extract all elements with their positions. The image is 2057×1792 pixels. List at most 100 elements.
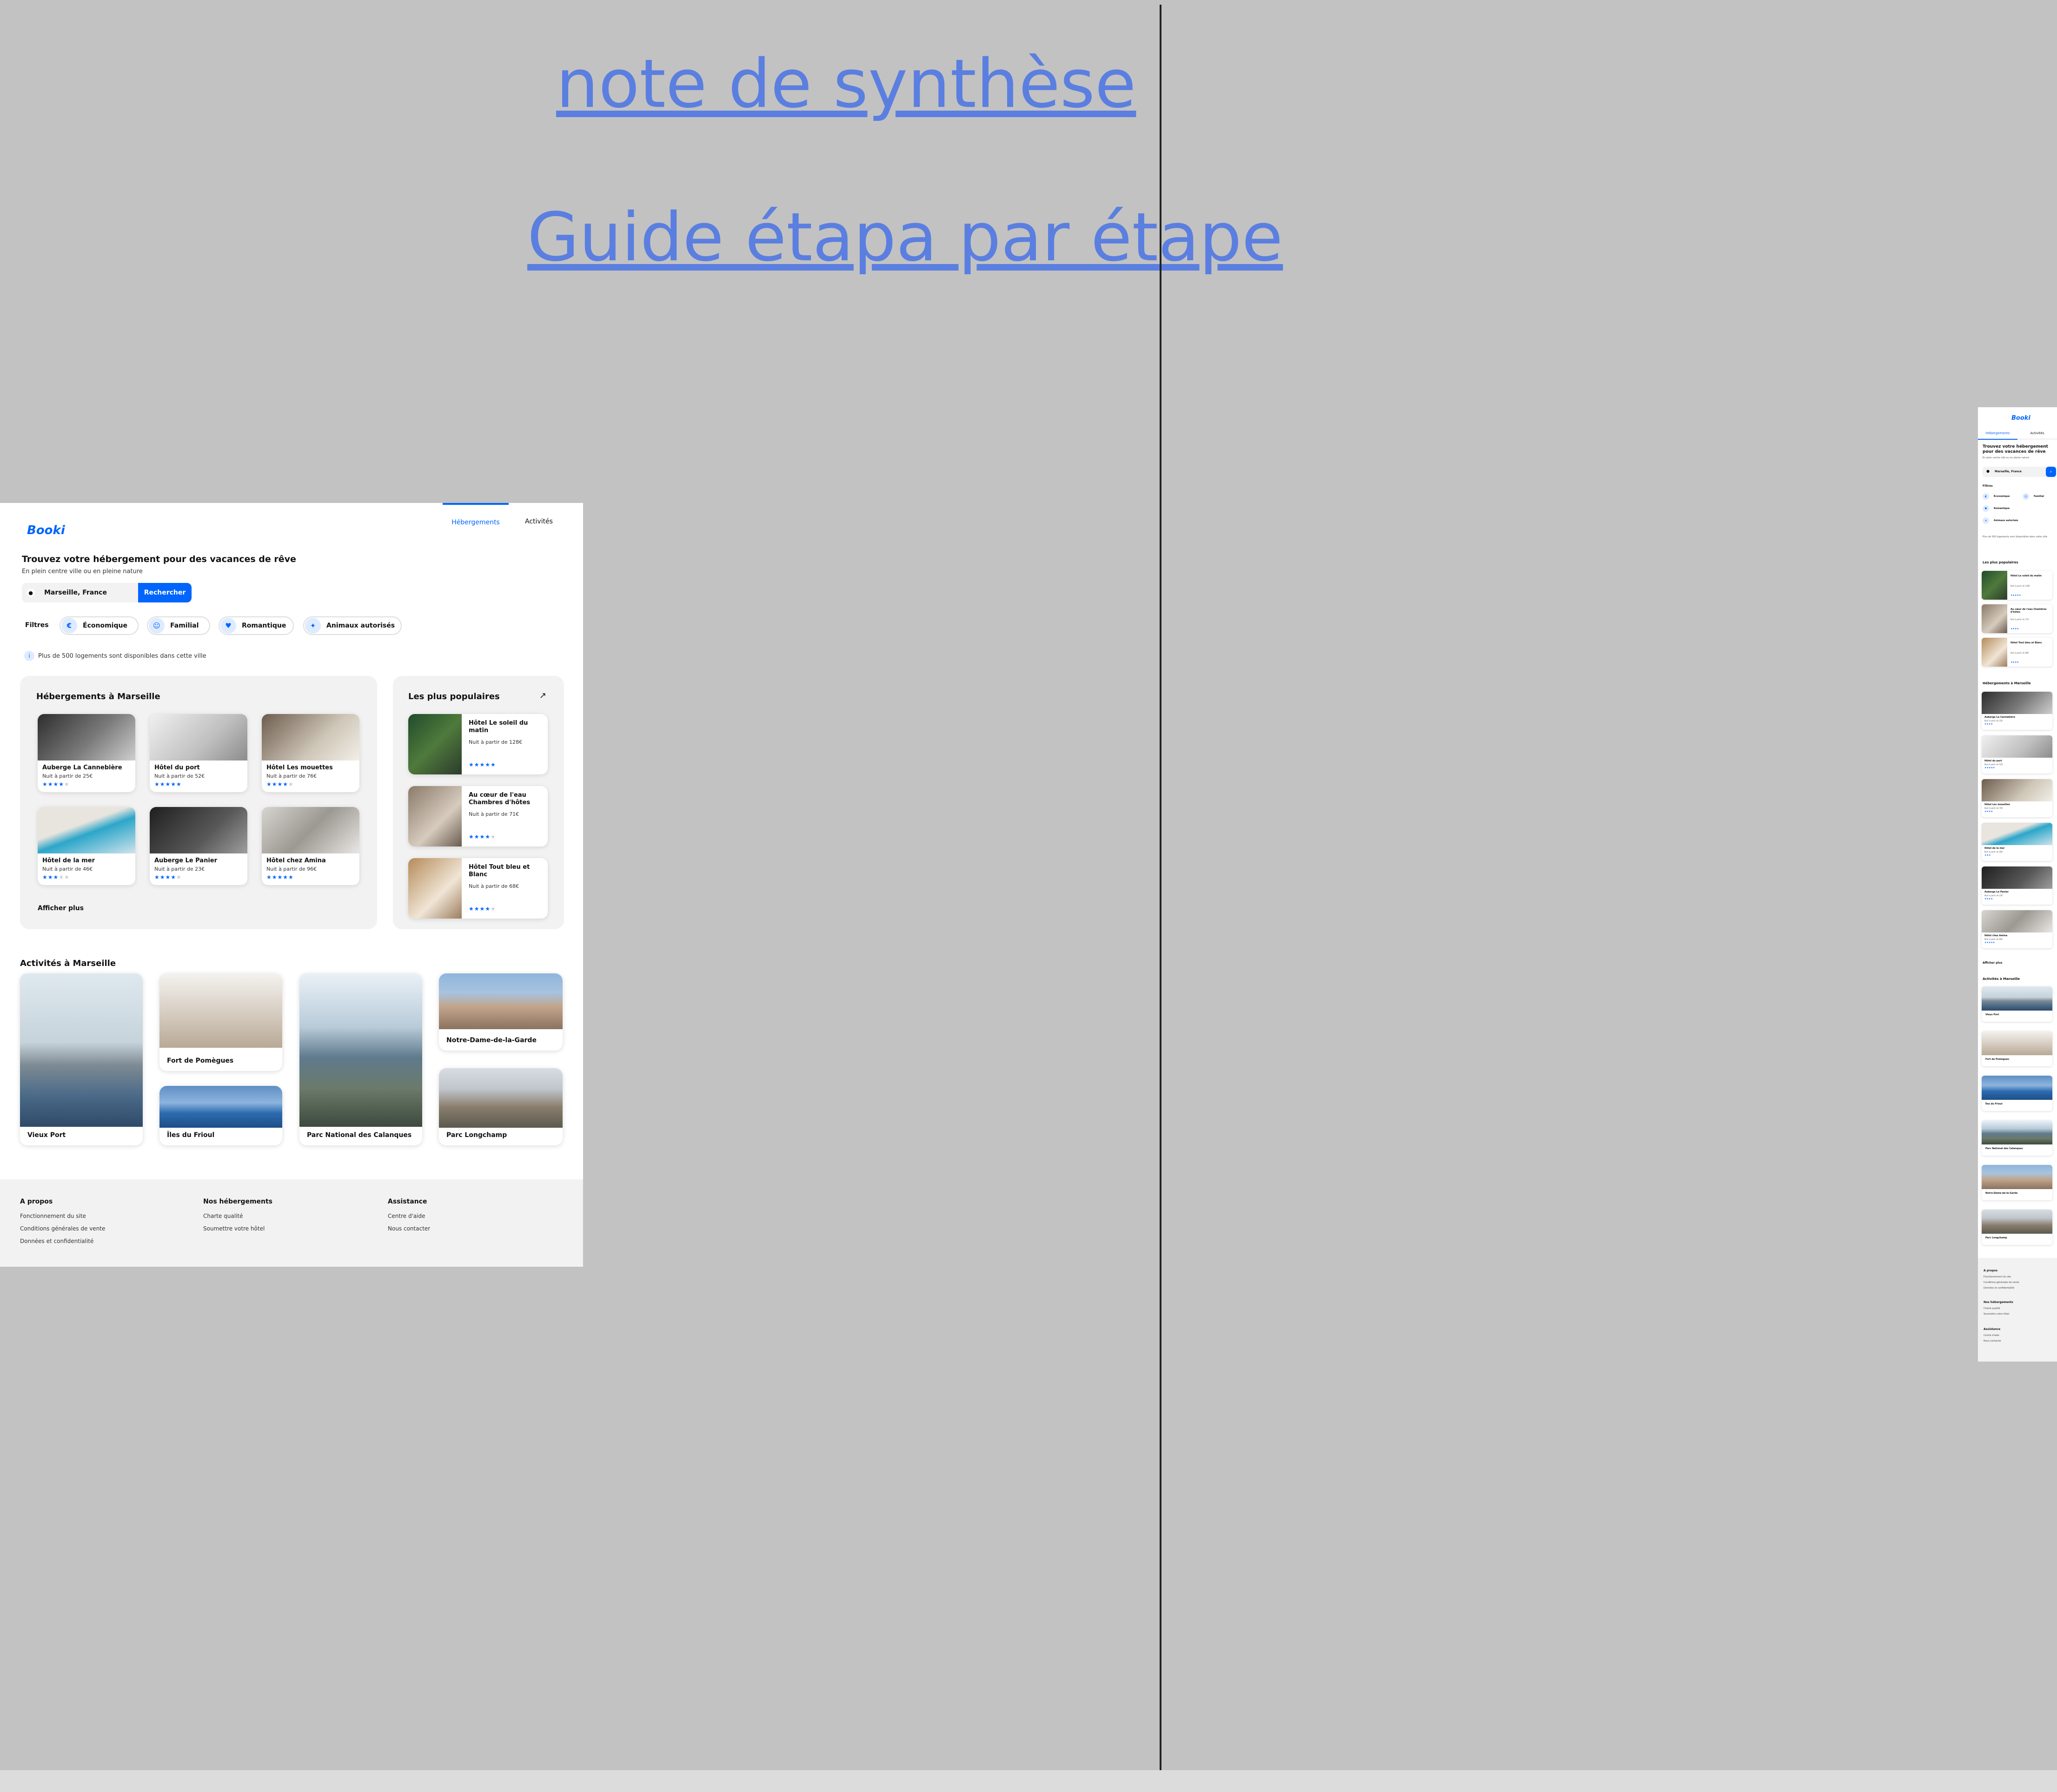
popular-name: Hôtel Le soleil du matin [2011, 575, 2042, 577]
filter-economique[interactable]: € Économique [60, 616, 139, 635]
popular-name: Hôtel Le soleil du matin [469, 720, 528, 734]
activity-card[interactable]: Parc Longchamp [439, 1068, 563, 1145]
child-icon: ☺ [149, 618, 165, 634]
filter-animaux[interactable]: ✦ Animaux autorisés [303, 616, 402, 635]
lodging-card[interactable]: Hôtel de la mer Nuit à partir de 46€ ★★★ [1982, 823, 2052, 861]
show-more-link[interactable]: Afficher plus [1983, 961, 2002, 965]
lodging-card[interactable]: Auberge La Cannebière Nuit à partir de 25… [1982, 692, 2052, 730]
footer-link[interactable]: Données et confidentialité [20, 1238, 105, 1244]
footer-col-lodging: Nos hébergements Charte qualité Soumettr… [203, 1198, 272, 1238]
activity-card[interactable]: Notre-Dame-de-la-Garde [439, 973, 563, 1051]
lodging-card[interactable]: Auberge Le Panier Nuit à partir de 23€ ★★★… [1982, 866, 2052, 905]
search-input[interactable]: ● Marseille, France [1983, 467, 2048, 477]
activity-card[interactable]: Îles du Frioul [1982, 1076, 2052, 1111]
tab-activities[interactable]: Activités [509, 503, 569, 540]
filter-economique[interactable]: € Économique [1983, 493, 2010, 500]
logo[interactable]: Booki [27, 523, 65, 537]
popular-card[interactable]: Au cœur de l'eau Chambres d'hôtes Nuit à… [408, 786, 548, 846]
filter-label: Économique [83, 622, 127, 629]
lodging-card[interactable]: Hôtel Les mouettes Nuit à partir de 76€ ★★… [1982, 779, 2052, 817]
rating-stars: ★★★★ [2011, 661, 2019, 664]
filter-familial[interactable]: ☺ Familial [147, 616, 210, 635]
popular-name: Au cœur de l'eau Chambres d'hôtes [469, 792, 531, 806]
footer-link[interactable]: Nous contacter [1984, 1340, 2001, 1342]
lodging-card[interactable]: Hôtel chez Amina Nuit à partir de 96€ ★★… [262, 807, 359, 885]
footer-link[interactable]: Centre d'aide [388, 1213, 430, 1219]
popular-card[interactable]: Hôtel Le soleil du matin Nuit à partir de… [1982, 571, 2052, 600]
footer-link[interactable]: Fonctionnement du site [20, 1213, 105, 1219]
tab-lodging[interactable]: Hébergements [1978, 428, 2017, 440]
activity-card[interactable]: Vieux Port [20, 973, 143, 1145]
popular-title: Les plus populaires [1983, 561, 2018, 564]
filter-familial[interactable]: ☺ Familial [2023, 493, 2044, 500]
footer-link[interactable]: Nous contacter [388, 1225, 430, 1232]
footer-link[interactable]: Charte qualité [203, 1213, 272, 1219]
tab-lodging[interactable]: Hébergements [443, 503, 509, 540]
lodging-card[interactable]: Hôtel Les mouettes Nuit à partir de 76€ … [262, 714, 359, 792]
activity-card[interactable]: Fort de Pomègues [1982, 1031, 2052, 1066]
lodging-price: Nuit à partir de 96€ [266, 866, 317, 872]
footer-heading: A propos [1984, 1269, 1998, 1272]
lodging-card[interactable]: Hôtel de la mer Nuit à partir de 46€ ★★★… [38, 807, 135, 885]
popular-card[interactable]: Au cœur de l'eau Chambres d'hôtes Nuit à … [1982, 604, 2052, 633]
filter-romantique[interactable]: ♥ Romantique [1983, 505, 2010, 512]
activity-card[interactable]: Parc Longchamp [1982, 1210, 2052, 1245]
rating-stars: ★★★★★ [154, 781, 182, 787]
footer-link[interactable]: Conditions générales de vente [1984, 1281, 2019, 1284]
popular-card[interactable]: Hôtel Tout bleu et Blanc Nuit à partir de… [1982, 638, 2052, 667]
footer-link[interactable]: Données et confidentialité [1984, 1287, 2014, 1289]
footer-link[interactable]: Soumettre votre hôtel [203, 1225, 272, 1232]
popular-name: Au cœur de l'eau Chambres d'hôtes [2011, 608, 2047, 614]
tab-activities[interactable]: Activités [2017, 428, 2057, 439]
activity-card[interactable]: Îles du Frioul [159, 1086, 282, 1145]
filter-animaux[interactable]: ✦ Animaux autorisés [1983, 517, 2018, 524]
show-more-link[interactable]: Afficher plus [38, 905, 84, 912]
popular-card[interactable]: Hôtel Tout bleu et Blanc Nuit à partir d… [408, 858, 548, 919]
footer-link[interactable]: Charte qualité [1984, 1307, 2000, 1310]
footer-link[interactable]: Fonctionnement du site [1984, 1276, 2011, 1278]
rating-stars: ★★★★ [1984, 810, 1993, 813]
lodging-card[interactable]: Auberge La Cannebière Nuit à partir de 2… [38, 714, 135, 792]
activity-card[interactable]: Fort de Pomègues [159, 973, 282, 1071]
lodging-card[interactable]: Hôtel du port Nuit à partir de 52€ ★★★★★ [150, 714, 247, 792]
filter-romantique[interactable]: ♥ Romantique [219, 616, 294, 635]
activity-name: Îles du Frioul [1985, 1103, 2003, 1105]
activity-card[interactable]: Vieux Port [1982, 986, 2052, 1022]
popular-card[interactable]: Hôtel Le soleil du matin Nuit à partir d… [408, 714, 548, 774]
search-button[interactable]: Rechercher [138, 583, 192, 602]
guide-link[interactable]: Guide étapa par étape [527, 204, 1283, 271]
lodging-name: Hôtel du port [154, 764, 200, 771]
activity-image [439, 1068, 563, 1128]
page-title: Trouvez votre hébergement pour des vacan… [1983, 444, 2048, 454]
lodging-image [1982, 866, 2052, 889]
lodging-image [1982, 692, 2052, 714]
lodging-card[interactable]: Auberge Le Panier Nuit à partir de 23€ ★… [150, 807, 247, 885]
footer-link[interactable]: Centre d'aide [1984, 1334, 1999, 1337]
page-subtitle: En plein centre ville ou en pleine natur… [1983, 456, 2029, 459]
activity-image [299, 973, 422, 1127]
page-title: Trouvez votre hébergement pour des vacan… [22, 554, 296, 564]
activity-card[interactable]: Notre-Dame-de-la-Garde [1982, 1165, 2052, 1200]
lodging-price: Nuit à partir de 23€ [1984, 894, 2003, 897]
logo[interactable]: Booki [2011, 415, 2030, 422]
footer-link[interactable]: Soumettre votre hôtel [1984, 1313, 2009, 1316]
activity-image [1982, 1210, 2052, 1234]
footer-link[interactable]: Conditions générales de vente [20, 1225, 105, 1232]
lodging-image [262, 807, 359, 853]
summary-link[interactable]: note de synthèse [556, 50, 1136, 117]
popular-price: Nuit à partir de 128€ [469, 739, 523, 745]
popular-image [408, 786, 462, 846]
lodging-price: Nuit à partir de 23€ [154, 866, 205, 872]
activity-card[interactable]: Parc National des Calanques [1982, 1120, 2052, 1156]
activity-card[interactable]: Parc National des Calanques [299, 973, 422, 1145]
dog-icon: ✦ [305, 618, 321, 634]
search-button[interactable]: ⌕ [2046, 467, 2056, 477]
activity-image [1982, 1031, 2052, 1055]
search-input[interactable]: ● Marseille, France [22, 583, 138, 602]
lodging-card[interactable]: Hôtel du port Nuit à partir de 52€ ★★★★★ [1982, 735, 2052, 774]
activity-image [439, 973, 563, 1029]
rating-stars: ★★★★★ [469, 833, 496, 840]
lodging-card[interactable]: Hôtel chez Amina Nuit à partir de 96€ ★★★★… [1982, 910, 2052, 948]
info-message: i Plus de 500 logements sont disponibles… [24, 651, 206, 661]
rating-stars: ★★★★★ [1984, 767, 1995, 769]
